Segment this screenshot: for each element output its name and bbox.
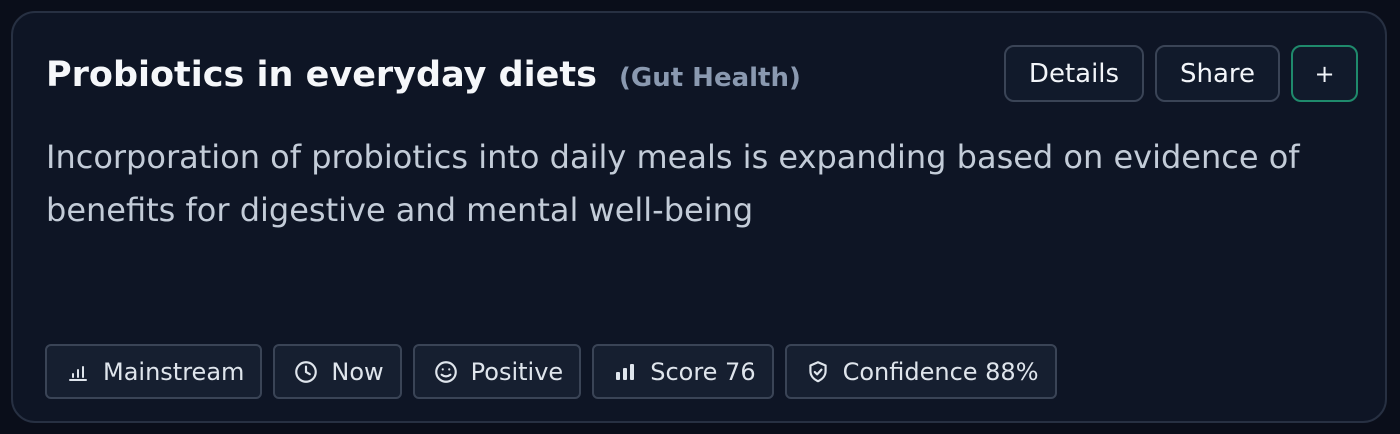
smile-icon bbox=[433, 359, 459, 385]
tag-label: Positive bbox=[470, 357, 564, 386]
tag-label: Mainstream bbox=[103, 357, 245, 386]
card-title: Probiotics in everyday diets bbox=[46, 55, 597, 95]
bar-chart-icon bbox=[65, 359, 91, 385]
tag-confidence: Confidence 88% bbox=[784, 344, 1057, 399]
card-description: Incorporation of probiotics into daily m… bbox=[46, 138, 1300, 229]
tag-label: Confidence 88% bbox=[842, 357, 1039, 386]
category-label: (Gut Health) bbox=[618, 63, 801, 93]
title-row: Probiotics in everyday diets (Gut Health… bbox=[46, 55, 801, 95]
tag-mainstream: Mainstream bbox=[45, 344, 263, 399]
add-button[interactable]: + bbox=[1291, 45, 1358, 102]
signal-bars-icon bbox=[612, 359, 638, 385]
card-actions: Details Share + bbox=[1004, 45, 1358, 102]
tag-score: Score 76 bbox=[592, 344, 774, 399]
tag-timing: Now bbox=[273, 344, 402, 399]
tag-label: Score 76 bbox=[650, 357, 756, 386]
trend-card: Probiotics in everyday diets (Gut Health… bbox=[11, 11, 1387, 423]
tag-sentiment: Positive bbox=[412, 344, 582, 399]
clock-icon bbox=[293, 359, 319, 385]
details-button[interactable]: Details bbox=[1004, 45, 1144, 102]
share-button[interactable]: Share bbox=[1155, 45, 1280, 102]
tag-label: Now bbox=[331, 357, 384, 386]
tag-list: Mainstream Now Positive Score 76 Confide… bbox=[45, 344, 1057, 399]
shield-check-icon bbox=[805, 359, 831, 385]
